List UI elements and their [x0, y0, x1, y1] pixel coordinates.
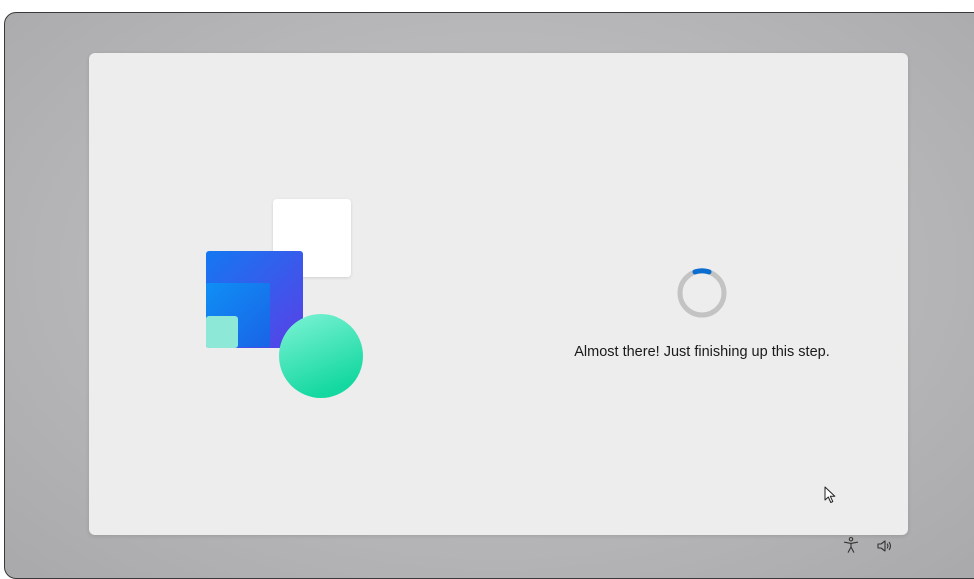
accessibility-icon[interactable]	[842, 536, 860, 554]
progress-area: Almost there! Just finishing up this ste…	[529, 263, 875, 363]
volume-icon[interactable]	[876, 537, 894, 555]
setup-illustration	[201, 197, 371, 399]
status-message: Almost there! Just finishing up this ste…	[574, 344, 830, 360]
setup-card: Almost there! Just finishing up this ste…	[89, 53, 908, 535]
teal-circle	[279, 314, 363, 398]
progress-ring-icon	[676, 267, 728, 319]
illustration-graphic	[206, 199, 363, 398]
mouse-pointer-icon	[824, 486, 838, 504]
setup-screen: Almost there! Just finishing up this ste…	[4, 12, 974, 579]
mint-tile	[206, 316, 238, 348]
